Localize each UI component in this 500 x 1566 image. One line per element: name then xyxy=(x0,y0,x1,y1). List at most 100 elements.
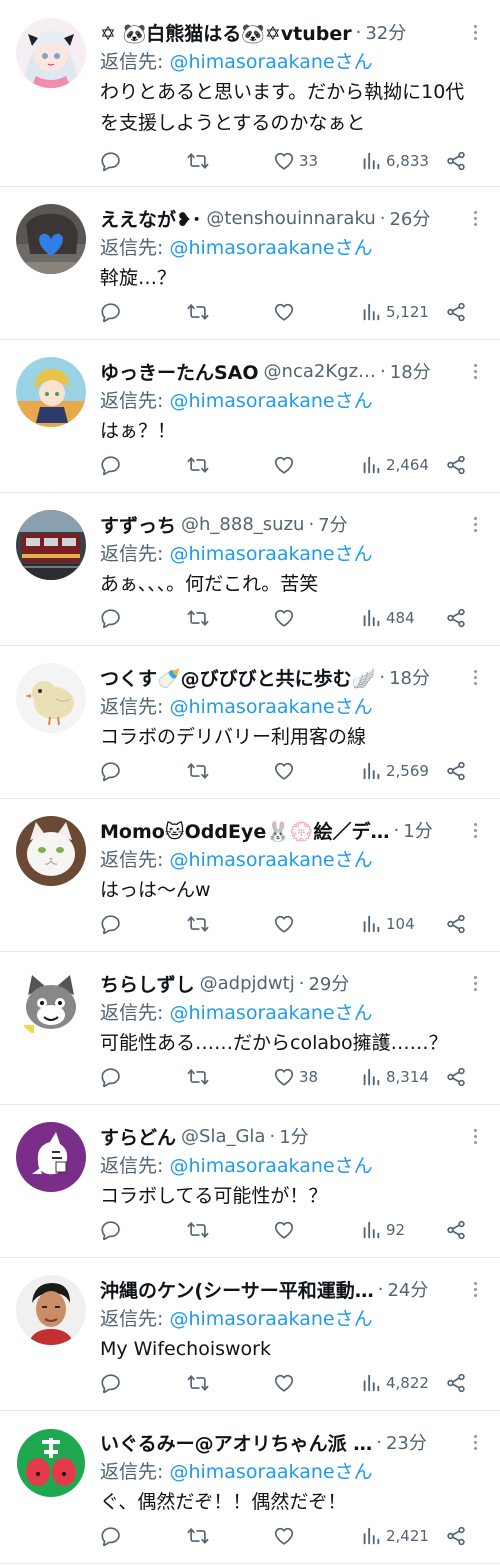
user-handle[interactable]: @h_888_suzu xyxy=(181,514,304,535)
timestamp[interactable]: 23分 xyxy=(386,1429,427,1455)
green-red-character-avatar[interactable] xyxy=(16,1428,86,1498)
display-name[interactable]: つくす🍼@びびびと共に歩む🪽 xyxy=(100,664,375,691)
share-button[interactable] xyxy=(445,607,467,629)
mention-link[interactable]: @himasoraakane xyxy=(169,1155,334,1177)
retweet-button[interactable] xyxy=(187,1525,209,1547)
user-handle[interactable]: @Sla_Gla xyxy=(181,1126,265,1147)
timestamp[interactable]: 32分 xyxy=(365,19,406,45)
reply-button[interactable] xyxy=(100,1066,122,1088)
like-button[interactable] xyxy=(273,760,295,782)
like-button[interactable]: 38 xyxy=(273,1066,318,1088)
timestamp[interactable]: 1分 xyxy=(403,817,432,843)
like-button[interactable] xyxy=(273,607,295,629)
tweet-reply[interactable]: ちらしずし @adpjdwtj · 29分 返信先: @himasoraakaneさん可… xyxy=(0,952,500,1105)
views-button[interactable]: 92 xyxy=(360,1219,405,1241)
like-button[interactable] xyxy=(273,1219,295,1241)
timestamp[interactable]: 29分 xyxy=(308,970,349,996)
display-name[interactable]: 沖縄のケン(シーサー平和運動… xyxy=(100,1276,374,1303)
views-button[interactable]: 6,833 xyxy=(360,150,429,172)
share-button[interactable] xyxy=(445,1525,467,1547)
views-button[interactable]: 104 xyxy=(360,913,415,935)
display-name[interactable]: ええなが❥･ xyxy=(100,205,201,232)
reply-button[interactable] xyxy=(100,760,122,782)
share-button[interactable] xyxy=(445,1219,467,1241)
mention-link[interactable]: @himasoraakane xyxy=(169,849,334,871)
reply-button[interactable] xyxy=(100,913,122,935)
share-button[interactable] xyxy=(445,1372,467,1394)
views-button[interactable]: 2,421 xyxy=(360,1525,429,1547)
timestamp[interactable]: 24分 xyxy=(387,1276,428,1302)
tweet-reply[interactable]: Momo🐱OddEye🐰💮絵／デ… · 1分 返信先: @himasoraakaneさ… xyxy=(0,799,500,952)
tweet-reply[interactable]: つくす🍼@びびびと共に歩む🪽 · 18分 返信先: @himasoraakaneさんコ… xyxy=(0,646,500,799)
share-button[interactable] xyxy=(445,1066,467,1088)
blue-heart-photo-avatar[interactable] xyxy=(16,204,86,274)
timestamp[interactable]: 7分 xyxy=(318,511,347,537)
share-button[interactable] xyxy=(445,301,467,323)
chick-avatar[interactable] xyxy=(16,663,86,733)
grey-cat-avatar[interactable] xyxy=(16,969,86,1039)
reply-button[interactable] xyxy=(100,1525,122,1547)
anime-boy-avatar[interactable] xyxy=(16,357,86,427)
retweet-button[interactable] xyxy=(187,1066,209,1088)
retweet-button[interactable] xyxy=(187,913,209,935)
retweet-button[interactable] xyxy=(187,760,209,782)
timestamp[interactable]: 1分 xyxy=(279,1123,308,1149)
user-handle[interactable]: @nca2Kgz… xyxy=(264,361,376,382)
user-handle[interactable]: @adpjdwtj xyxy=(200,973,295,994)
reply-button[interactable] xyxy=(100,1372,122,1394)
like-button[interactable] xyxy=(273,454,295,476)
tweet-reply[interactable]: ✡ 🐼白熊猫はる🐼✡vtuber · 32分 返信先: @himasoraakaneさ… xyxy=(0,0,500,187)
views-button[interactable]: 2,569 xyxy=(360,760,429,782)
mention-link[interactable]: @himasoraakane xyxy=(169,390,334,412)
views-button[interactable]: 8,314 xyxy=(360,1066,429,1088)
retweet-button[interactable] xyxy=(187,150,209,172)
like-button[interactable] xyxy=(273,1372,295,1394)
timestamp[interactable]: 18分 xyxy=(389,664,430,690)
share-button[interactable] xyxy=(445,913,467,935)
mention-link[interactable]: @himasoraakane xyxy=(169,237,334,259)
retweet-button[interactable] xyxy=(187,1219,209,1241)
views-button[interactable]: 5,121 xyxy=(360,301,429,323)
mention-link[interactable]: @himasoraakane xyxy=(169,543,334,565)
like-button[interactable]: 33 xyxy=(273,150,318,172)
mention-link[interactable]: @himasoraakane xyxy=(169,51,334,73)
like-button[interactable] xyxy=(273,1525,295,1547)
like-button[interactable] xyxy=(273,301,295,323)
display-name[interactable]: ゆっきーたんSAO xyxy=(100,358,259,385)
retweet-button[interactable] xyxy=(187,1372,209,1394)
reply-button[interactable] xyxy=(100,607,122,629)
views-button[interactable]: 4,822 xyxy=(360,1372,429,1394)
share-button[interactable] xyxy=(445,150,467,172)
mention-link[interactable]: @himasoraakane xyxy=(169,1461,334,1483)
retweet-button[interactable] xyxy=(187,607,209,629)
tweet-reply[interactable]: ええなが❥･ @tenshouinnaraku · 26分 返信先: @himasora… xyxy=(0,187,500,340)
display-name[interactable]: ✡ 🐼白熊猫はる🐼✡vtuber xyxy=(100,19,352,46)
timestamp[interactable]: 18分 xyxy=(390,358,431,384)
train-photo-avatar[interactable] xyxy=(16,510,86,580)
user-handle[interactable]: @tenshouinnaraku xyxy=(206,208,375,229)
tweet-reply[interactable]: すずっち @h_888_suzu · 7分 返信先: @himasoraakaneさんあ… xyxy=(0,493,500,646)
like-button[interactable] xyxy=(273,913,295,935)
display-name[interactable]: ちらしずし xyxy=(100,970,195,997)
views-button[interactable]: 2,464 xyxy=(360,454,429,476)
reply-button[interactable] xyxy=(100,1219,122,1241)
tweet-reply[interactable]: いぐるみー@アオリちゃん派 … · 23分 返信先: @himasoraakaneさん… xyxy=(0,1411,500,1564)
man-portrait-avatar[interactable] xyxy=(16,1275,86,1345)
display-name[interactable]: すらどん xyxy=(100,1123,176,1150)
display-name[interactable]: すずっち xyxy=(100,511,176,538)
reply-button[interactable] xyxy=(100,301,122,323)
mention-link[interactable]: @himasoraakane xyxy=(169,1308,334,1330)
mention-link[interactable]: @himasoraakane xyxy=(169,696,334,718)
tweet-reply[interactable]: 沖縄のケン(シーサー平和運動… · 24分 返信先: @himasoraakaneさん… xyxy=(0,1258,500,1411)
white-cat-avatar[interactable] xyxy=(16,816,86,886)
display-name[interactable]: いぐるみー@アオリちゃん派 … xyxy=(100,1429,372,1456)
mention-link[interactable]: @himasoraakane xyxy=(169,1002,334,1024)
retweet-button[interactable] xyxy=(187,301,209,323)
share-button[interactable] xyxy=(445,454,467,476)
purple-creature-avatar[interactable] xyxy=(16,1122,86,1192)
tweet-reply[interactable]: ゆっきーたんSAO @nca2Kgz… · 18分 返信先: @himasoraakan… xyxy=(0,340,500,493)
display-name[interactable]: Momo🐱OddEye🐰💮絵／デ… xyxy=(100,817,390,844)
tweet-reply[interactable]: すらどん @Sla_Gla · 1分 返信先: @himasoraakaneさん コラボし… xyxy=(0,1105,500,1258)
retweet-button[interactable] xyxy=(187,454,209,476)
reply-button[interactable] xyxy=(100,454,122,476)
